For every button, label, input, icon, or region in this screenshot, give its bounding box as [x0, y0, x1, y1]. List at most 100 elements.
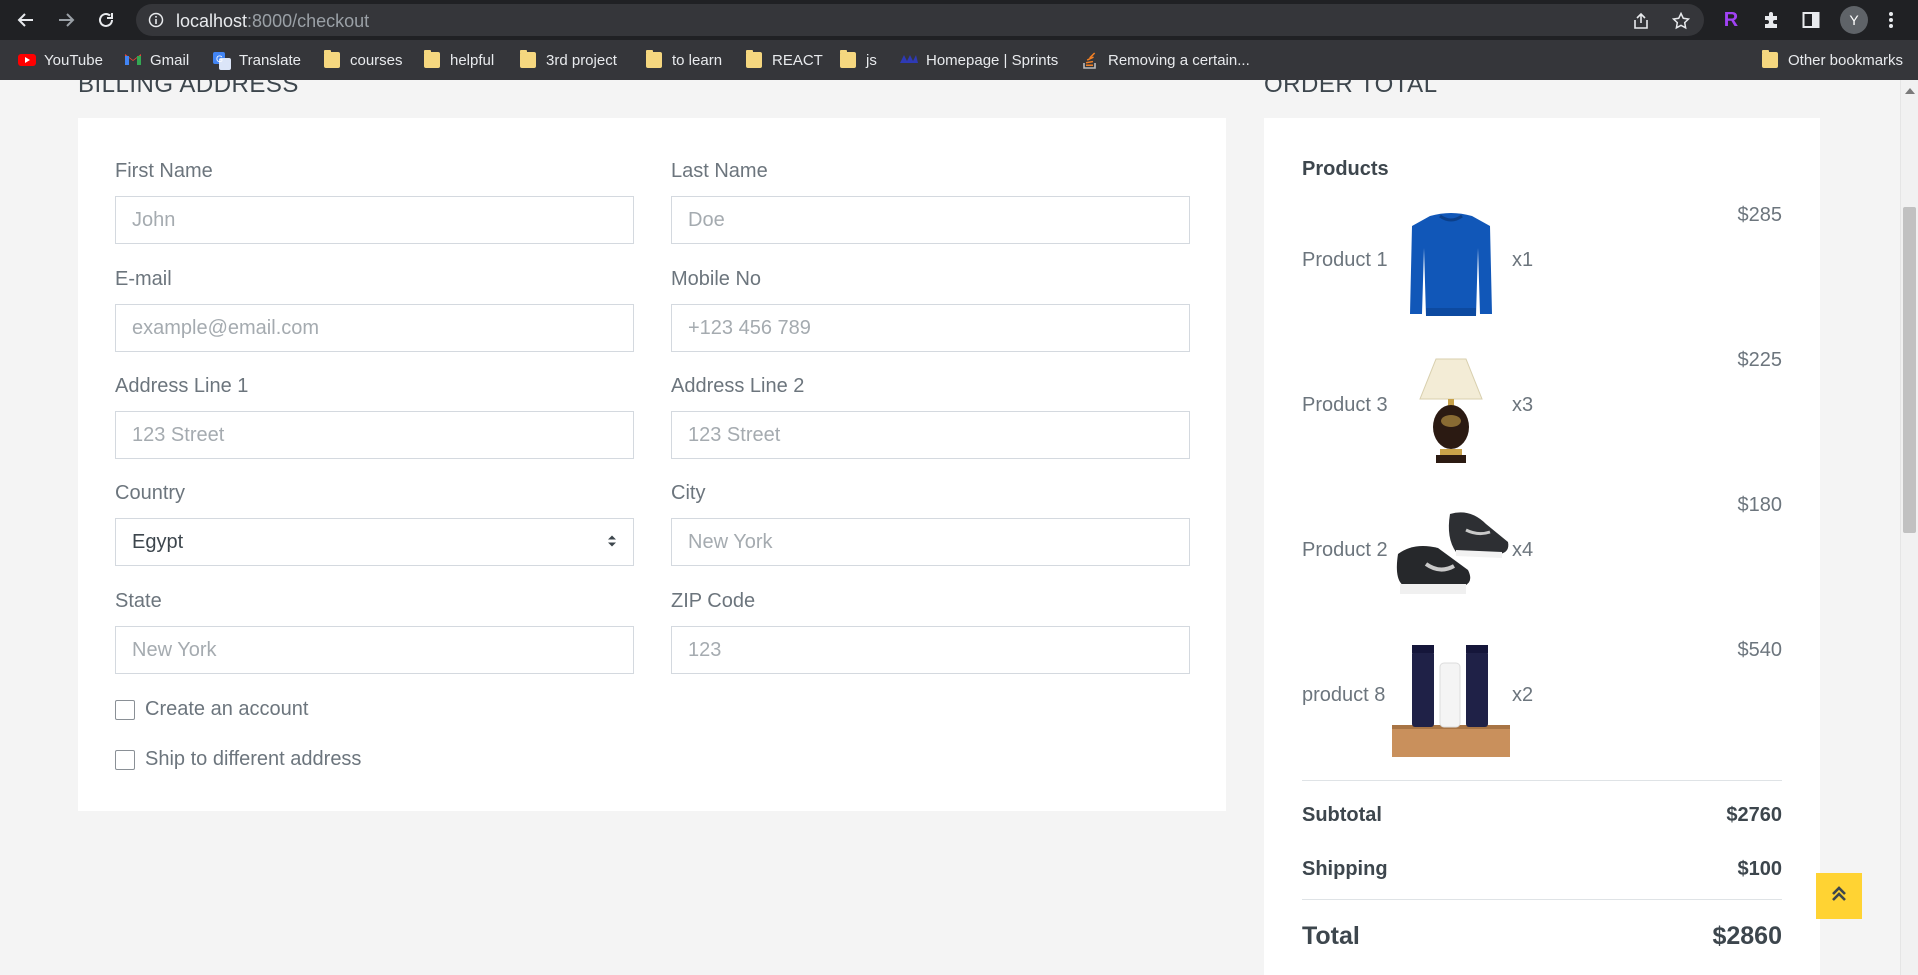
stackoverflow-icon: [1082, 52, 1098, 69]
subtotal-label: Subtotal: [1302, 804, 1382, 826]
share-icon[interactable]: [1632, 12, 1650, 30]
state-input[interactable]: [115, 626, 634, 674]
last-name-input[interactable]: [671, 196, 1190, 244]
total-value: $2860: [1712, 922, 1782, 950]
order-total-title: Order Total: [1264, 80, 1438, 98]
product-name: product 8: [1302, 684, 1386, 706]
gmail-icon: [124, 52, 141, 68]
product-image-lamp: [1390, 349, 1512, 471]
country-value: Egypt: [132, 530, 184, 553]
create-account-option[interactable]: Create an account: [115, 698, 308, 721]
folder-icon: [646, 50, 662, 68]
product-image-sneakers: [1390, 494, 1512, 616]
product-qty: x1: [1512, 249, 1534, 271]
city-input[interactable]: [671, 518, 1190, 566]
page-scrollbar[interactable]: [1900, 80, 1918, 975]
bookmark-folder-react[interactable]: REACT: [746, 50, 823, 70]
back-arrow-icon[interactable]: [14, 8, 38, 32]
bookmark-youtube[interactable]: YouTube: [18, 50, 103, 70]
bookmark-sprints[interactable]: Homepage | Sprints: [900, 50, 1058, 70]
mobile-label: Mobile No: [671, 268, 762, 290]
product-qty: x2: [1512, 684, 1534, 706]
bookmark-label: helpful: [450, 51, 495, 69]
bookmark-folder-3rd-project[interactable]: 3rd project: [520, 50, 617, 70]
menu-kebab-icon[interactable]: [1880, 9, 1902, 31]
bookmark-folder-helpful[interactable]: helpful: [424, 50, 494, 70]
product-qty: x4: [1512, 539, 1534, 561]
product-price: $180: [1737, 494, 1783, 516]
billing-title: Billing Address: [78, 80, 299, 98]
ship-different-option[interactable]: Ship to different address: [115, 748, 361, 771]
country-select[interactable]: Egypt: [115, 518, 634, 566]
email-input[interactable]: [115, 304, 634, 352]
bookmark-label: js: [866, 51, 877, 69]
folder-icon: [520, 50, 536, 68]
address2-label: Address Line 2: [671, 375, 805, 397]
country-label: Country: [115, 482, 186, 504]
product-name: Product 2: [1302, 539, 1388, 561]
bookmark-label: courses: [350, 51, 403, 69]
divider: [1302, 780, 1782, 781]
bookmark-stackoverflow[interactable]: Removing a certain...: [1082, 50, 1250, 70]
address1-input[interactable]: [115, 411, 634, 459]
folder-icon: [746, 50, 762, 68]
checkout-page: Billing Address Order Total First Name L…: [0, 80, 1900, 975]
profile-avatar[interactable]: Y: [1840, 6, 1868, 34]
reload-icon[interactable]: [94, 8, 118, 32]
last-name-label: Last Name: [671, 160, 768, 182]
email-label: E-mail: [115, 268, 172, 290]
first-name-input[interactable]: [115, 196, 634, 244]
product-price: $225: [1737, 349, 1783, 371]
site-info-icon[interactable]: [148, 12, 164, 28]
product-name: Product 3: [1302, 394, 1388, 416]
zip-label: ZIP Code: [671, 590, 756, 612]
billing-form: First Name Last Name E-mail Mobile No Ad…: [78, 118, 1226, 811]
scrollbar-thumb[interactable]: [1903, 207, 1916, 533]
address1-label: Address Line 1: [115, 375, 249, 397]
youtube-icon: [18, 52, 36, 68]
shipping-value: $100: [1737, 858, 1783, 880]
ship-different-checkbox[interactable]: [115, 749, 135, 770]
bookmark-folder-to-learn[interactable]: to learn: [646, 50, 722, 70]
products-heading: Products: [1302, 158, 1389, 180]
bookmark-label: to learn: [672, 51, 723, 69]
zip-input[interactable]: [671, 626, 1190, 674]
url-text: localhost:8000/checkout: [176, 11, 369, 32]
side-panel-icon[interactable]: [1800, 9, 1822, 31]
folder-icon: [424, 50, 440, 68]
bookmark-label: Other bookmarks: [1788, 51, 1904, 69]
bookmark-folder-courses[interactable]: courses: [324, 50, 403, 70]
url-host: localhost: [176, 11, 248, 31]
create-account-checkbox[interactable]: [115, 699, 135, 720]
svg-text:G: G: [216, 54, 223, 64]
first-name-label: First Name: [115, 160, 213, 182]
address-bar[interactable]: localhost:8000/checkout: [136, 4, 1704, 36]
product-image-sweater: [1390, 204, 1512, 326]
bookmark-label: Translate: [239, 51, 301, 69]
product-name: Product 1: [1302, 249, 1388, 271]
back-to-top-button[interactable]: [1816, 873, 1862, 919]
product-qty: x3: [1512, 394, 1534, 416]
bookmark-translate[interactable]: G Translate: [213, 50, 301, 70]
scroll-up-arrow-icon[interactable]: [1905, 88, 1915, 94]
bookmark-folder-js[interactable]: js: [840, 50, 877, 70]
folder-icon: [324, 50, 340, 68]
url-path: :8000/checkout: [247, 11, 370, 31]
mobile-input[interactable]: [671, 304, 1190, 352]
bookmark-label: Gmail: [150, 51, 190, 69]
extensions-puzzle-icon[interactable]: [1760, 9, 1782, 31]
shipping-label: Shipping: [1302, 858, 1388, 880]
bookmark-star-icon[interactable]: [1671, 11, 1691, 30]
bookmark-gmail[interactable]: Gmail: [124, 50, 189, 70]
bookmark-other[interactable]: Other bookmarks: [1762, 50, 1903, 70]
bookmark-label: Removing a certain...: [1108, 51, 1250, 69]
address2-input[interactable]: [671, 411, 1190, 459]
divider: [1302, 899, 1782, 900]
order-summary: Products Product 1 x1 $285 Product 3 x3: [1264, 118, 1820, 975]
state-label: State: [115, 590, 162, 612]
product-price: $540: [1737, 639, 1783, 661]
bookmarks-bar: YouTube Gmail G Translate courses helpfu…: [0, 40, 1918, 80]
extension-r-icon[interactable]: R: [1720, 9, 1742, 31]
folder-icon: [840, 50, 856, 68]
forward-arrow-icon[interactable]: [54, 8, 78, 32]
